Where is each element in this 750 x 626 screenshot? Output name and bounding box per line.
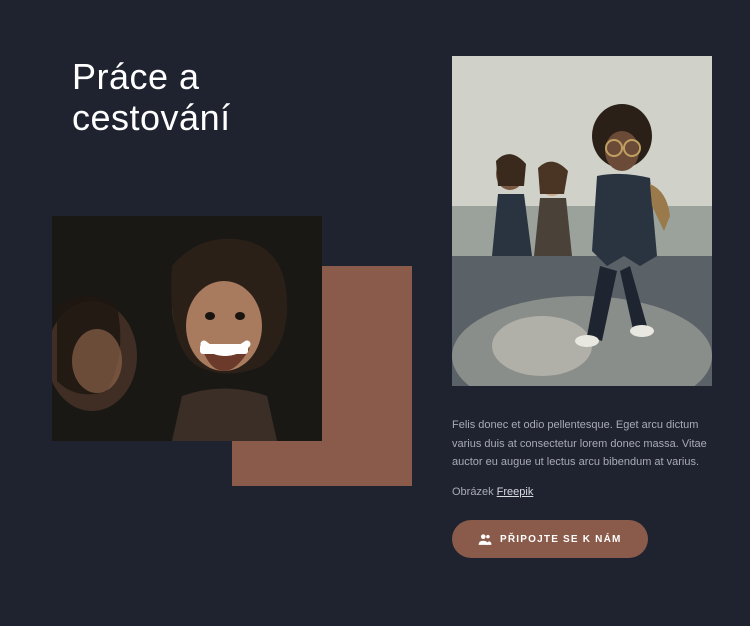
primary-image <box>52 216 322 441</box>
join-us-button[interactable]: PŘIPOJTE SE K NÁM <box>452 520 648 558</box>
people-icon <box>478 533 492 545</box>
image-credit: Obrázek Freepik <box>452 486 712 498</box>
main-container: Práce acestování <box>0 0 750 626</box>
right-column: Felis donec et odio pellentesque. Eget a… <box>392 56 712 578</box>
page-title: Práce acestování <box>72 56 392 139</box>
left-column: Práce acestování <box>72 56 392 578</box>
credit-link[interactable]: Freepik <box>497 486 534 498</box>
secondary-image <box>452 56 712 386</box>
credit-prefix: Obrázek <box>452 486 497 498</box>
body-text: Felis donec et odio pellentesque. Eget a… <box>452 416 712 472</box>
cta-label: PŘIPOJTE SE K NÁM <box>500 534 622 545</box>
